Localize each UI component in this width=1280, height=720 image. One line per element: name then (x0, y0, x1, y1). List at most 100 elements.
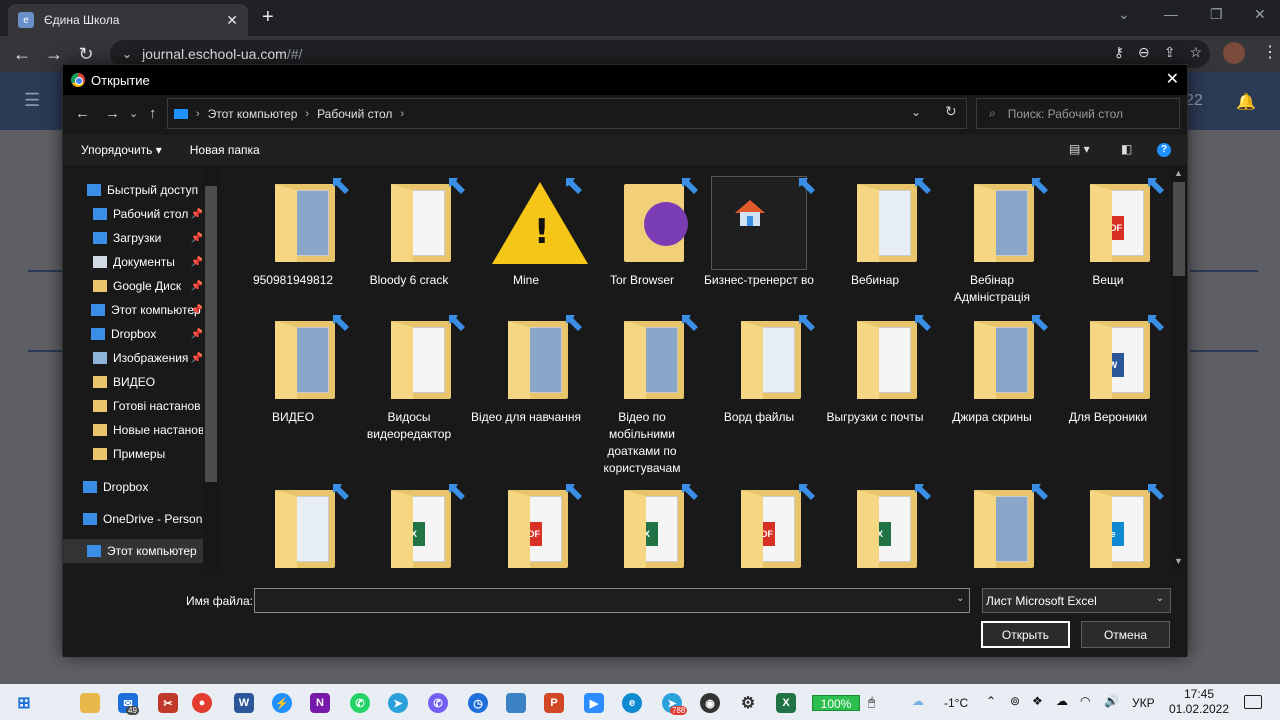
battery-indicator[interactable]: 100% (812, 695, 860, 711)
file-item[interactable]: ВИДЕО (237, 313, 349, 426)
nav-item[interactable]: Примеры (63, 442, 203, 466)
file-item[interactable]: Відео по мобільними доатками по користув… (586, 313, 698, 477)
notifications-icon[interactable] (1244, 695, 1262, 709)
profile-avatar[interactable] (1223, 42, 1245, 64)
refresh-icon[interactable]: ↻ (945, 103, 957, 120)
dialog-search-input[interactable]: ⌕ Поиск: Рабочий стол (976, 98, 1180, 129)
file-item[interactable]: X (353, 482, 465, 571)
recent-locations-icon[interactable]: ⌄ (129, 107, 138, 120)
file-item[interactable]: 950981949812 (237, 176, 349, 289)
viber-icon[interactable]: ✆ (428, 693, 448, 713)
file-item[interactable]: PDF (470, 482, 582, 571)
new-tab-icon[interactable]: + (262, 6, 274, 29)
file-item[interactable] (936, 482, 1048, 571)
obs-icon[interactable]: ◉ (700, 693, 720, 713)
hamburger-icon[interactable]: ☰ (24, 90, 40, 111)
file-item[interactable]: Джира скрины (936, 313, 1048, 426)
telegram-icon[interactable]: ➤ (388, 693, 408, 713)
snipping-tool-icon[interactable]: ✂ (158, 693, 178, 713)
window-close-icon[interactable]: ✕ (1254, 6, 1266, 23)
new-folder-button[interactable]: Новая папка (190, 143, 260, 157)
file-item[interactable]: W Для Вероники (1052, 313, 1164, 426)
file-item[interactable]: Видосы видеоредактор (353, 313, 465, 443)
nav-item[interactable]: Готові настанов (63, 394, 203, 418)
path-dropdown-icon[interactable]: ⌄ (911, 105, 921, 119)
file-item[interactable]: Вебинар (819, 176, 931, 289)
filename-input[interactable] (254, 588, 970, 613)
breadcrumb-desktop[interactable]: Рабочий стол (317, 107, 392, 121)
language-indicator[interactable]: УКР (1132, 696, 1155, 710)
menu-kebab-icon[interactable]: ⋮ (1262, 42, 1278, 62)
filename-dropdown-icon[interactable]: ⌄ (956, 593, 964, 604)
up-arrow-icon[interactable]: ↑ (149, 105, 157, 122)
bookmark-star-icon[interactable]: ☆ (1189, 44, 1202, 61)
nav-item[interactable]: Dropbox 📌 (63, 322, 203, 346)
tray-app-icon[interactable]: ⊚ (1010, 694, 1020, 708)
file-item[interactable]: ! Mine (470, 176, 588, 289)
dialog-close-icon[interactable]: ✕ (1166, 69, 1179, 89)
file-item[interactable]: Bloody 6 crack (353, 176, 465, 289)
file-item[interactable]: X (819, 482, 931, 571)
file-item[interactable]: PDF Вещи (1052, 176, 1164, 289)
excel-icon[interactable]: X (776, 693, 796, 713)
file-item[interactable]: e (1052, 482, 1164, 571)
bell-icon[interactable]: 🔔 (1236, 92, 1256, 112)
file-item[interactable]: Ворд файлы (703, 313, 815, 426)
zoom-icon[interactable]: ⊖ (1138, 44, 1150, 61)
help-icon[interactable]: ? (1157, 143, 1171, 157)
nav-item[interactable]: ВИДЕО (63, 370, 203, 394)
nav-item[interactable]: Быстрый доступ (63, 178, 203, 202)
windows-start-icon[interactable]: ⊞ (14, 693, 34, 713)
word-icon[interactable]: W (234, 693, 254, 713)
preview-pane-icon[interactable]: ◧ (1121, 142, 1132, 156)
file-item[interactable]: Відео для навчання (470, 313, 582, 426)
files-scrollbar[interactable]: ▲ ▼ (1171, 166, 1187, 571)
nav-item[interactable]: OneDrive - Person (63, 507, 203, 531)
back-icon[interactable]: ← (6, 44, 38, 65)
dropbox-tray-icon[interactable]: ❖ (1032, 694, 1043, 708)
whatsapp-icon[interactable]: ✆ (350, 693, 370, 713)
temperature[interactable]: -1°C (944, 696, 968, 710)
chrome-taskbar-icon[interactable]: ● (192, 693, 212, 713)
settings-gear-icon[interactable]: ⚙ (738, 693, 758, 713)
filetype-select[interactable]: Лист Microsoft Excel ⌄ (982, 588, 1171, 613)
share-icon[interactable]: ⇪ (1164, 44, 1176, 61)
volume-icon[interactable]: 🔊 (1104, 694, 1119, 708)
zoom-icon[interactable]: ▶ (584, 693, 604, 713)
flash-app-icon[interactable]: ⚡ (272, 693, 292, 713)
onenote-icon[interactable]: N (310, 693, 330, 713)
cancel-button[interactable]: Отмена (1081, 621, 1170, 648)
timer-icon[interactable]: ◷ (468, 693, 488, 713)
nav-item[interactable]: Этот компьютер 📌 (63, 298, 203, 322)
nav-item[interactable]: Этот компьютер (63, 539, 203, 563)
browser-tab[interactable]: e Єдина Школа ✕ (8, 4, 248, 36)
nav-item[interactable]: Новые настанов (63, 418, 203, 442)
nav-item[interactable]: Dropbox (63, 475, 203, 499)
wifi-icon[interactable]: ◠ (1080, 694, 1090, 708)
tab-close-icon[interactable]: ✕ (226, 12, 238, 29)
nav-item[interactable]: Изображения 📌 (63, 346, 203, 370)
scroll-up-icon[interactable]: ▲ (1174, 168, 1183, 178)
file-item[interactable] (237, 482, 349, 571)
file-item[interactable]: Выгрузки с почты (819, 313, 931, 426)
tray-chevron-icon[interactable]: ⌃ (986, 694, 996, 708)
scroll-down-icon[interactable]: ▼ (1174, 556, 1183, 566)
edge-icon[interactable]: e (622, 693, 642, 713)
file-item[interactable]: Вебінар Адміністрація (936, 176, 1048, 306)
forward-arrow-icon[interactable]: → (105, 105, 120, 122)
file-item[interactable]: PDF (703, 482, 815, 571)
nav-scrollbar[interactable] (203, 166, 219, 571)
site-info-icon[interactable]: ⌄ (122, 47, 132, 61)
back-arrow-icon[interactable]: ← (75, 105, 90, 122)
key-icon[interactable]: ⚷ (1114, 44, 1124, 61)
file-item[interactable]: X (586, 482, 698, 571)
app-window-icon[interactable] (506, 693, 526, 713)
file-item[interactable]: Бизнес-тренерст во (703, 176, 815, 289)
open-button[interactable]: Открыть (981, 621, 1070, 648)
taskbar-clock[interactable]: 17:45 01.02.2022 (1167, 687, 1231, 717)
forward-icon[interactable]: → (38, 44, 70, 65)
file-item[interactable]: Tor Browser (586, 176, 698, 289)
weather-cloud-icon[interactable]: ☁ (912, 694, 924, 708)
file-explorer-icon[interactable] (80, 693, 100, 713)
nav-item[interactable]: Google Диск 📌 (63, 274, 203, 298)
